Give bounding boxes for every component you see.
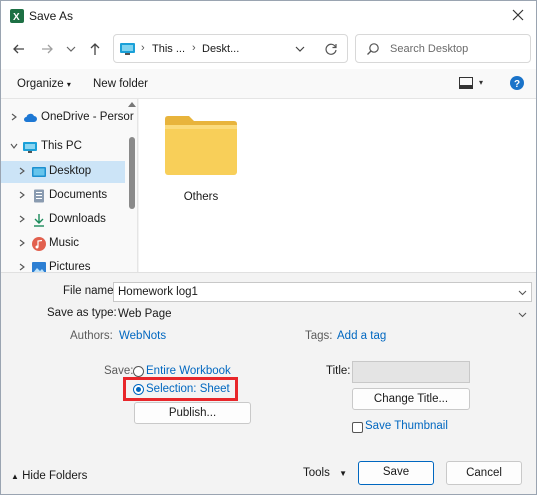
download-icon <box>34 214 44 227</box>
chevron-down-icon[interactable] <box>518 310 527 319</box>
breadcrumb-desktop[interactable]: Deskt... <box>202 43 239 55</box>
document-icon <box>34 189 44 203</box>
up-arrow-icon[interactable] <box>86 40 104 58</box>
scroll-up-icon[interactable] <box>128 101 136 107</box>
selection-sheet-radio[interactable] <box>133 384 144 395</box>
authors-field[interactable]: WebNots <box>119 330 166 342</box>
file-name-label: File name: <box>63 285 117 297</box>
save-as-dialog: X Save As › This ... › Deskt... Search D… <box>0 0 537 495</box>
new-folder-button[interactable]: New folder <box>93 78 148 90</box>
help-icon[interactable]: ? <box>510 76 524 90</box>
save-thumbnail-checkbox[interactable] <box>352 422 363 433</box>
selection-sheet-label[interactable]: Selection: Sheet <box>146 383 230 395</box>
chevron-right-icon[interactable] <box>17 262 27 272</box>
entire-workbook-label[interactable]: Entire Workbook <box>146 365 231 377</box>
address-bar[interactable]: › This ... › Deskt... <box>113 34 348 63</box>
publish-button[interactable]: Publish... <box>134 402 251 424</box>
desktop-icon <box>32 167 46 177</box>
nav-item-pictures[interactable]: Pictures <box>1 257 125 272</box>
picture-icon <box>32 262 46 272</box>
chevron-right-icon[interactable] <box>17 214 27 224</box>
nav-item-label: OneDrive - Persor <box>41 111 134 123</box>
cancel-button[interactable]: Cancel <box>446 461 522 485</box>
nav-item-label: Desktop <box>49 165 92 177</box>
nav-item-onedrive[interactable]: OneDrive - Persor <box>1 107 134 129</box>
tools-label: Tools <box>303 467 330 479</box>
file-list: Others <box>139 99 536 272</box>
svg-text:X: X <box>13 12 20 23</box>
tags-label: Tags: <box>305 330 333 342</box>
breadcrumb-this-pc[interactable]: This ... <box>152 43 185 55</box>
hide-folders-label: Hide Folders <box>22 470 88 482</box>
scroll-thumb[interactable] <box>129 137 135 209</box>
nav-item-desktop[interactable]: Desktop <box>1 161 125 183</box>
nav-item-label: Pictures <box>49 261 91 272</box>
excel-icon: X <box>10 9 24 23</box>
computer-icon <box>23 142 37 153</box>
forward-arrow-icon[interactable] <box>38 40 56 58</box>
tags-field[interactable]: Add a tag <box>337 330 386 342</box>
organize-dropdown-icon: ▾ <box>66 80 71 89</box>
back-arrow-icon[interactable] <box>10 40 28 58</box>
chevron-right-icon[interactable] <box>9 112 19 122</box>
address-row: › This ... › Deskt... Search Desktop <box>1 31 536 69</box>
svg-text:?: ? <box>514 79 520 90</box>
chevron-right-icon[interactable] <box>17 238 27 248</box>
hide-folders-button[interactable]: ▲ Hide Folders <box>11 470 87 482</box>
navigation-pane: OneDrive - Persor This PC Desktop Docume… <box>1 99 138 272</box>
view-options-icon[interactable] <box>459 77 473 89</box>
save-type-value: Web Page <box>118 308 172 320</box>
close-icon[interactable] <box>510 7 526 23</box>
save-thumbnail-label[interactable]: Save Thumbnail <box>365 420 448 432</box>
collapse-up-icon: ▲ <box>11 472 19 481</box>
refresh-icon[interactable] <box>324 42 338 56</box>
window-title: Save As <box>29 9 74 23</box>
save-type-label: Save as type: <box>47 307 117 319</box>
tools-button[interactable]: Tools ▼ <box>303 467 347 479</box>
change-title-button[interactable]: Change Title... <box>352 388 470 410</box>
chevron-right-icon[interactable] <box>17 190 27 200</box>
save-options-form: File name: Homework log1 Save as type: W… <box>1 272 536 494</box>
breadcrumb-separator: › <box>141 42 145 54</box>
file-name-field[interactable]: Homework log1 <box>113 282 532 302</box>
organize-button[interactable]: Organize ▾ <box>17 78 71 90</box>
folder-label: Others <box>183 191 219 203</box>
chevron-down-icon[interactable] <box>518 288 527 297</box>
nav-item-documents[interactable]: Documents <box>1 185 125 207</box>
entire-workbook-radio[interactable] <box>133 366 144 377</box>
save-scope-label: Save: <box>104 365 134 377</box>
chevron-down-icon[interactable] <box>9 141 19 151</box>
command-toolbar: Organize ▾ New folder ▾ ? <box>1 69 536 99</box>
authors-label: Authors: <box>70 330 113 342</box>
address-dropdown-icon[interactable] <box>294 43 306 55</box>
file-name-value: Homework log1 <box>118 286 198 298</box>
folder-item[interactable]: Others <box>161 115 241 205</box>
chevron-right-icon[interactable] <box>17 166 27 176</box>
search-input[interactable]: Search Desktop <box>390 43 468 55</box>
nav-item-label: Downloads <box>49 213 106 225</box>
nav-item-label: This PC <box>41 140 82 152</box>
nav-item-label: Music <box>49 237 80 249</box>
nav-scrollbar[interactable] <box>127 99 137 272</box>
save-type-select[interactable]: Web Page <box>113 304 532 324</box>
search-box[interactable]: Search Desktop <box>355 34 531 63</box>
cloud-icon <box>24 113 37 122</box>
title-label: Title: <box>326 365 351 377</box>
search-icon <box>367 43 379 55</box>
nav-item-this-pc[interactable]: This PC <box>1 136 125 158</box>
recent-locations-chevron-icon[interactable] <box>62 40 80 58</box>
nav-item-downloads[interactable]: Downloads <box>1 209 125 231</box>
view-dropdown-icon[interactable]: ▾ <box>479 78 483 87</box>
title-bar: X Save As <box>1 1 536 31</box>
organize-label: Organize <box>17 78 64 90</box>
this-pc-icon <box>120 43 135 55</box>
folder-icon <box>165 116 237 175</box>
nav-item-label: Documents <box>49 189 108 201</box>
breadcrumb-separator: › <box>192 42 196 54</box>
title-field[interactable] <box>352 361 470 383</box>
save-button[interactable]: Save <box>358 461 434 485</box>
tools-dropdown-icon: ▼ <box>339 469 347 478</box>
nav-item-music[interactable]: Music <box>1 233 125 255</box>
music-icon <box>32 237 46 251</box>
